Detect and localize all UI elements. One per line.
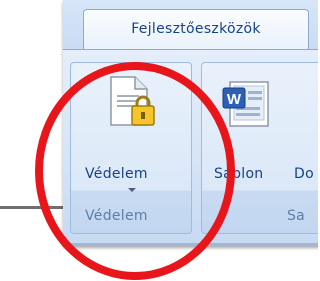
ribbon: Fejlesztőeszközök Védelem Védelem W Sabl…	[63, 0, 318, 246]
group-protect-label: Védelem	[85, 208, 148, 224]
svg-text:W: W	[227, 91, 242, 108]
document-button-label: Do	[294, 166, 314, 182]
template-button-label: Sablon	[214, 166, 264, 182]
tab-developer-label: Fejlesztőeszközök	[131, 21, 261, 37]
group-templates-label: Sa	[287, 208, 306, 224]
document-button[interactable]: Do	[294, 65, 318, 190]
chevron-down-icon	[128, 188, 136, 192]
protect-button-label: Védelem	[85, 166, 148, 182]
tab-developer[interactable]: Fejlesztőeszközök	[83, 9, 309, 49]
protect-document-icon	[110, 76, 155, 126]
connector-line	[0, 206, 70, 209]
protect-button[interactable]: Védelem	[74, 65, 188, 192]
ribbon-tab-strip: Fejlesztőeszközök	[63, 0, 318, 49]
ribbon-panel: Védelem Védelem W Sablon Do Sa	[63, 49, 318, 243]
document-template-icon: W	[222, 81, 269, 127]
group-protect: Védelem Védelem	[70, 62, 192, 234]
ribbon-bottom-border	[63, 243, 318, 246]
group-templates: W Sablon Do Sa	[201, 62, 318, 234]
screenshot: Fejlesztőeszközök Védelem Védelem W Sabl…	[0, 0, 318, 281]
template-button[interactable]: W Sablon	[206, 65, 284, 190]
